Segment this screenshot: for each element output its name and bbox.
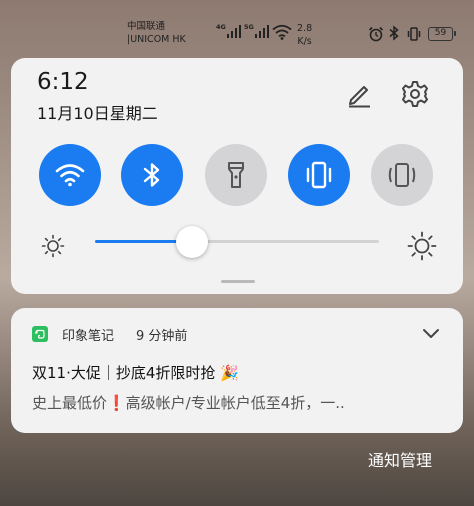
brightness-low-icon	[41, 234, 65, 258]
expand-button[interactable]	[420, 322, 442, 344]
notification-card[interactable]: 印象笔记 9 分钟前 双11·大促｜抄底4折限时抢 🎉 史上最低价❗高级帐户/专…	[11, 308, 463, 433]
bluetooth-icon	[143, 163, 160, 187]
panel-drag-handle[interactable]	[221, 280, 255, 283]
pencil-icon	[349, 86, 370, 108]
elephant-icon	[34, 329, 45, 339]
notification-app-name: 印象笔记	[62, 329, 115, 344]
edit-button[interactable]	[343, 78, 375, 110]
wifi-toggle[interactable]	[39, 144, 101, 206]
clock-time: 6:12	[37, 69, 89, 95]
carrier-line2: |UNICOM HK	[127, 34, 186, 45]
wifi-icon	[272, 24, 292, 40]
vibrate-icon	[407, 27, 421, 41]
notification-body: 史上最低价❗高级帐户/专业帐户低至4折，一..	[32, 394, 345, 412]
auto-rotate-toggle[interactable]	[371, 144, 433, 206]
vibrate-toggle[interactable]	[288, 144, 350, 206]
wifi-icon	[55, 164, 85, 187]
notification-title: 双11·大促｜抄底4折限时抢 🎉	[32, 364, 239, 382]
sim2-type: 5G	[244, 23, 254, 31]
carrier-label: 中国联通 |UNICOM HK	[127, 20, 186, 46]
carrier-line1: 中国联通	[127, 21, 166, 32]
flashlight-toggle[interactable]	[205, 144, 267, 206]
battery-icon: 59	[428, 27, 456, 41]
brightness-slider[interactable]	[95, 240, 379, 243]
evernote-app-icon	[32, 326, 48, 342]
network-speed: 2.8 K/s	[297, 22, 312, 48]
signal-icon: 5G	[244, 23, 270, 38]
signal-icon: 4G	[216, 23, 242, 38]
flashlight-icon	[228, 162, 244, 188]
speed-value: 2.8	[297, 23, 313, 34]
gear-icon	[402, 81, 428, 107]
manage-notifications-button[interactable]: 通知管理	[368, 447, 432, 471]
brightness-slider-thumb[interactable]	[175, 226, 208, 258]
settings-button[interactable]	[399, 78, 431, 110]
chevron-down-icon	[423, 329, 439, 338]
brightness-high-icon	[407, 231, 437, 261]
bluetooth-toggle[interactable]	[121, 144, 183, 206]
vibrate-icon	[306, 161, 332, 189]
alarm-icon	[368, 26, 384, 42]
rotate-icon	[388, 163, 416, 187]
clock-date: 11月10日星期二	[37, 104, 158, 123]
quick-settings-panel: 6:12 11月10日星期二	[11, 58, 463, 294]
status-bar: 中国联通 |UNICOM HK 4G 5G 2.8 K/s 59	[0, 0, 474, 52]
notification-time: 9 分钟前	[136, 329, 188, 344]
bluetooth-icon	[389, 25, 399, 41]
speed-unit: K/s	[297, 36, 312, 47]
sim1-type: 4G	[216, 23, 226, 31]
